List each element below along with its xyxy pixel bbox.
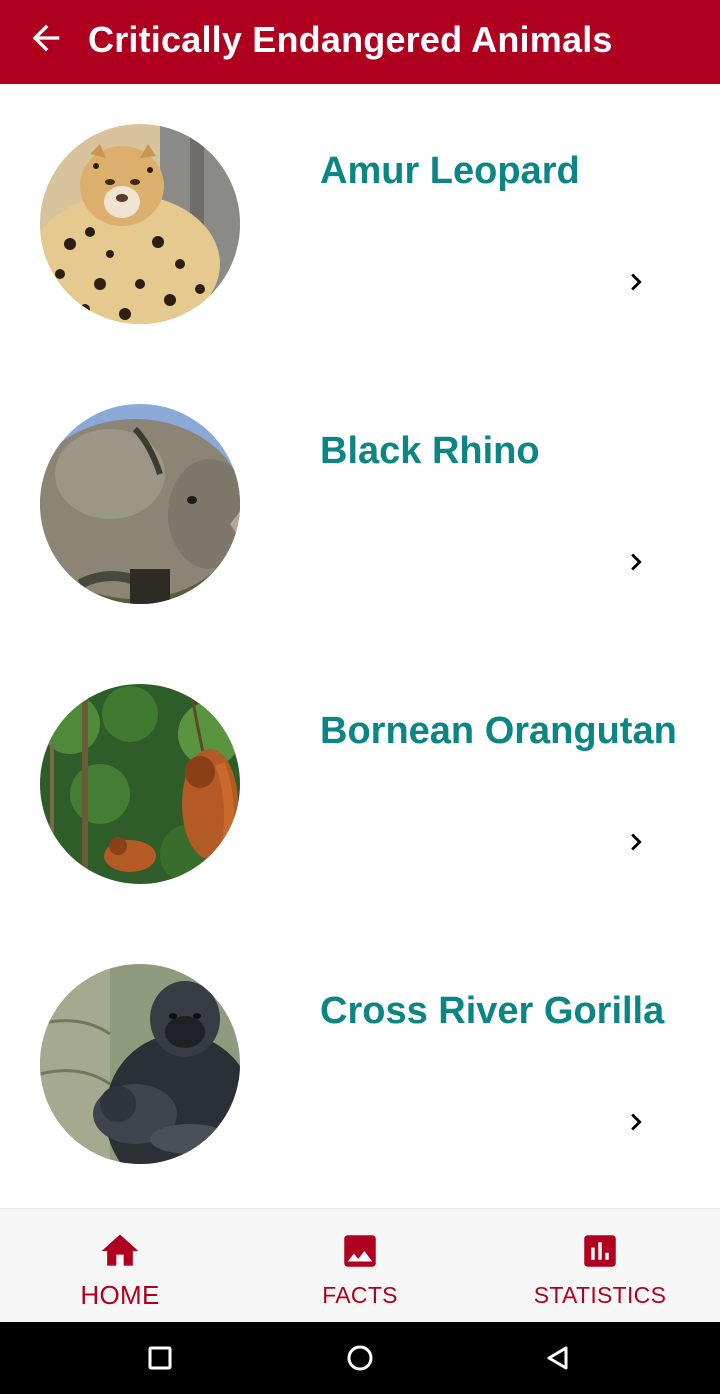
circle-icon [347, 1345, 373, 1371]
chevron-right-icon[interactable] [614, 1100, 658, 1144]
arrow-back-icon [32, 24, 60, 52]
bar-chart-icon [576, 1227, 624, 1275]
chevron-right-icon[interactable] [614, 820, 658, 864]
recents-button[interactable] [138, 1336, 182, 1380]
back-system-button[interactable] [536, 1336, 580, 1380]
back-button[interactable] [22, 14, 70, 62]
list-item-cross-river-gorilla[interactable]: Cross River Gorilla [0, 924, 720, 1204]
animal-name: Bornean Orangutan [320, 710, 677, 752]
nav-label: STATISTICS [533, 1282, 667, 1308]
animal-name: Black Rhino [320, 430, 540, 472]
nav-label: HOME [80, 1280, 160, 1310]
nav-item-statistics[interactable]: STATISTICS [480, 1209, 720, 1323]
chevron-right-icon[interactable] [614, 540, 658, 584]
black-rhino-photo [40, 404, 240, 604]
nav-item-facts[interactable]: FACTS [240, 1209, 480, 1323]
app-bar: Critically Endangered Animals [0, 0, 720, 84]
chevron-right-icon[interactable] [614, 260, 658, 304]
bottom-navigation: HOME FACTS STATISTICS [0, 1208, 720, 1322]
list-item-black-rhino[interactable]: Black Rhino [0, 364, 720, 644]
page-title: Critically Endangered Animals [88, 19, 613, 60]
list-item-bornean-orangutan[interactable]: Bornean Orangutan [0, 644, 720, 924]
nav-item-home[interactable]: HOME [0, 1209, 240, 1323]
animal-name: Amur Leopard [320, 150, 580, 192]
home-icon [96, 1227, 144, 1275]
square-icon [148, 1346, 172, 1370]
bornean-orangutan-photo [40, 684, 240, 884]
image-icon [336, 1227, 384, 1275]
triangle-back-icon [547, 1346, 568, 1370]
home-system-button[interactable] [338, 1336, 382, 1380]
cross-river-gorilla-photo [40, 964, 240, 1164]
system-navigation-bar [0, 1322, 720, 1394]
list-item-amur-leopard[interactable]: Amur Leopard [0, 84, 720, 364]
nav-label: FACTS [322, 1282, 398, 1308]
amur-leopard-photo [40, 124, 240, 324]
animal-list: Amur Leopard Black Rhino Bornean Orangut… [0, 84, 720, 1208]
animal-name: Cross River Gorilla [320, 990, 665, 1032]
